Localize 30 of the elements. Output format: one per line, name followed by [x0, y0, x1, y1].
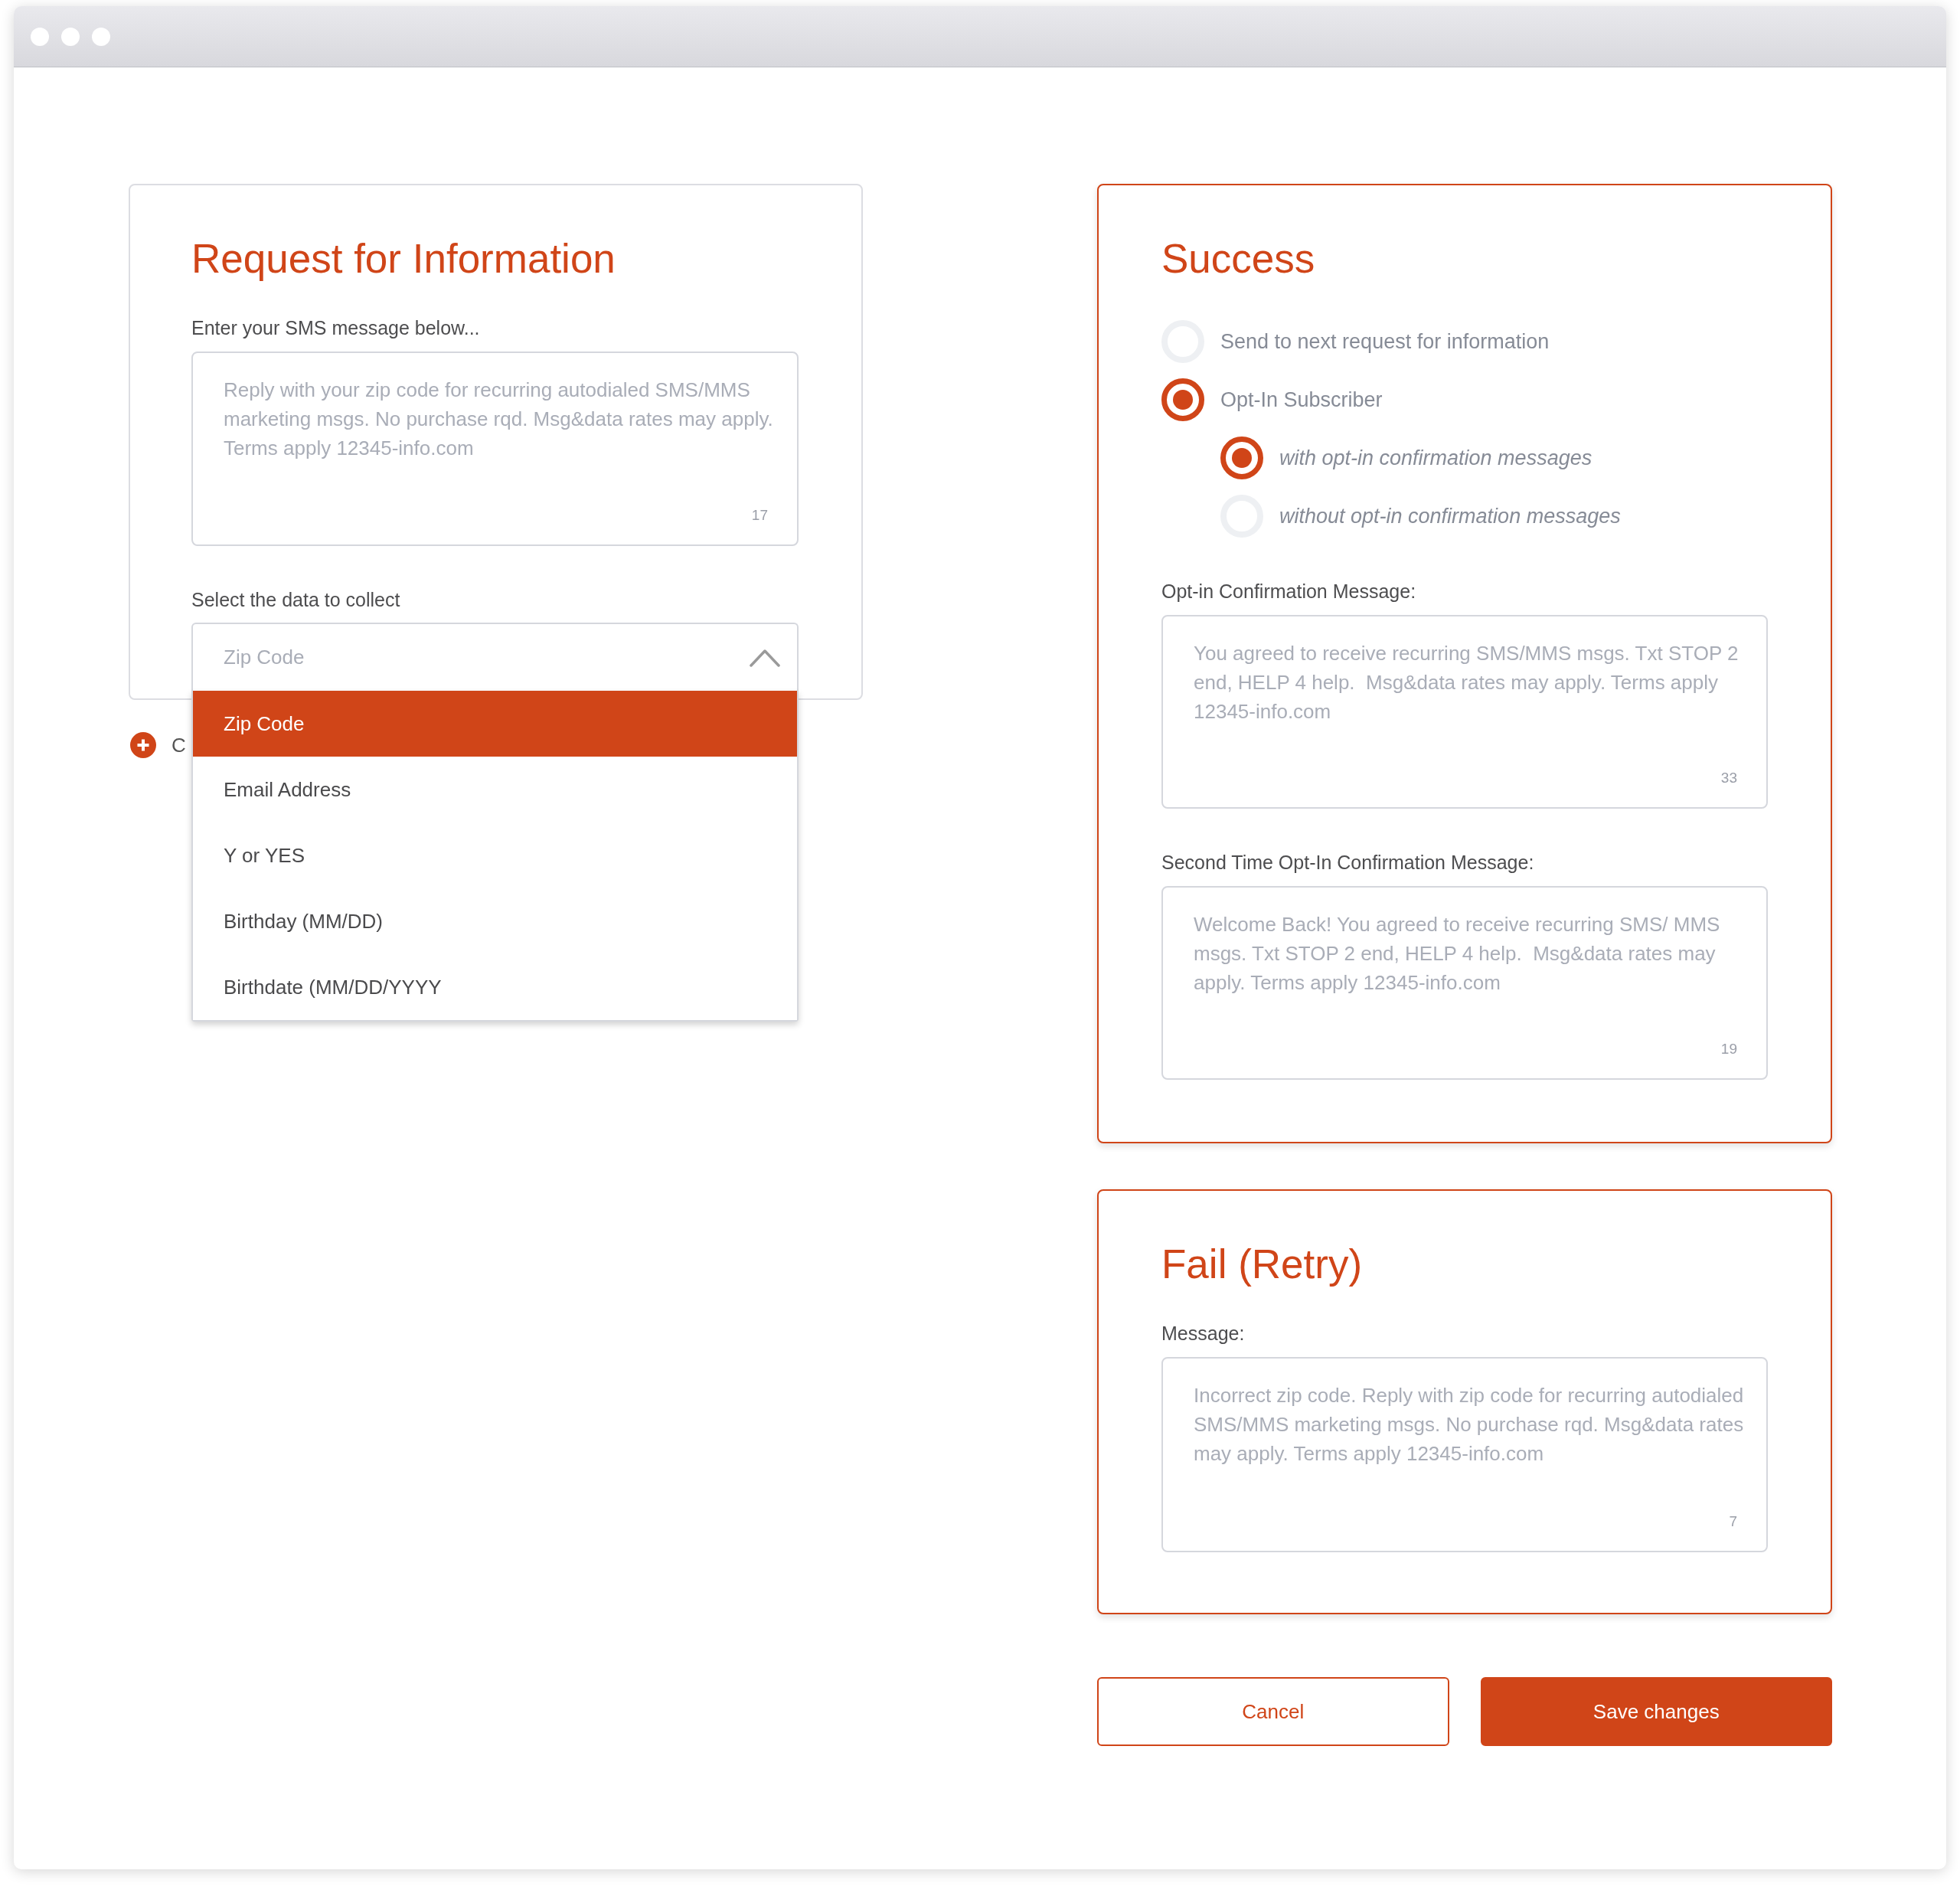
window-control-icon[interactable]	[92, 27, 110, 46]
field-label: Message:	[1161, 1322, 1245, 1346]
radio-label: with opt-in confirmation messages	[1279, 446, 1592, 471]
dropdown-option[interactable]: Y or YES	[193, 822, 797, 888]
character-count: 19	[1720, 1040, 1737, 1058]
dropdown-option[interactable]: Email Address	[193, 757, 797, 822]
dropdown-option[interactable]: Zip Code	[193, 691, 797, 757]
radio-button[interactable]	[1220, 437, 1263, 479]
character-count: 7	[1729, 1512, 1737, 1531]
radio-label: without opt-in confirmation messages	[1279, 504, 1621, 529]
card-title: Request for Information	[191, 235, 616, 283]
field-label: Second Time Opt-In Confirmation Message:	[1161, 851, 1534, 875]
character-count: 33	[1720, 769, 1737, 787]
field-label: Select the data to collect	[191, 588, 400, 612]
dropdown-option[interactable]: Birthday (MM/DD)	[193, 888, 797, 954]
card-title: Fail (Retry)	[1161, 1241, 1363, 1288]
dropdown-option[interactable]: Birthdate (MM/DD/YYYY	[193, 954, 797, 1020]
cancel-button[interactable]: Cancel	[1097, 1677, 1449, 1746]
field-label: Opt-in Confirmation Message:	[1161, 580, 1416, 603]
radio-button[interactable]	[1161, 378, 1204, 421]
window-control-icon[interactable]	[31, 27, 49, 46]
plus-icon	[130, 732, 156, 758]
add-button[interactable]: C	[130, 732, 186, 758]
radio-label: Send to next request for information	[1220, 329, 1550, 355]
window-control-icon[interactable]	[61, 27, 80, 46]
radio-label: Opt-In Subscriber	[1220, 387, 1383, 413]
character-count: 17	[751, 506, 768, 525]
card-title: Success	[1161, 235, 1315, 283]
field-label: Enter your SMS message below...	[191, 316, 480, 340]
save-button[interactable]: Save changes	[1480, 1677, 1832, 1746]
